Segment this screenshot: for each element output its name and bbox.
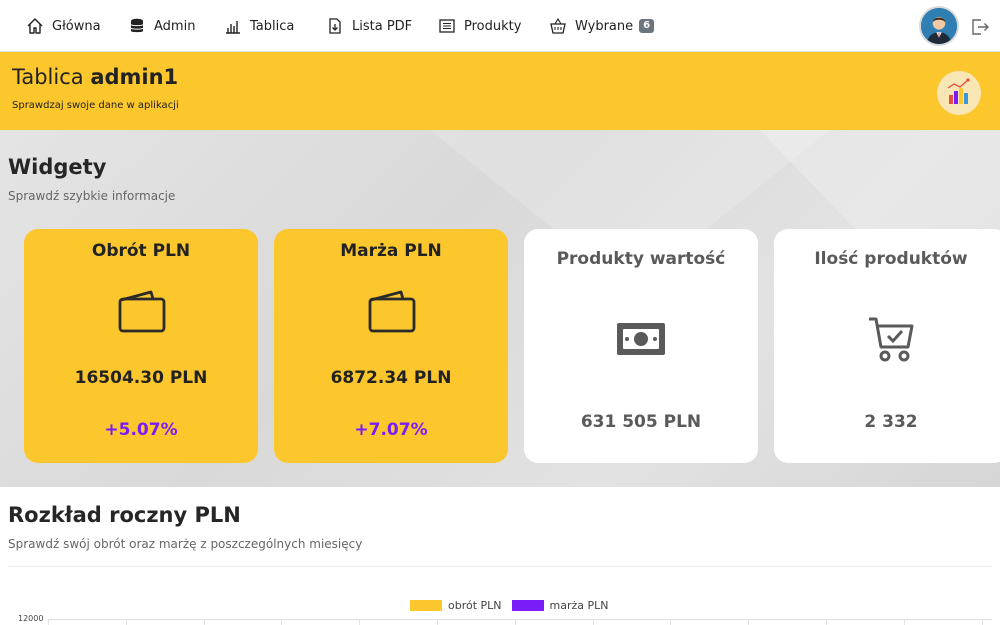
wallet-icon	[365, 286, 417, 338]
basket-icon	[549, 17, 567, 35]
chart-plot-area	[48, 619, 992, 625]
widget-card-products-value: Produkty wartość 631 505 PLN	[524, 229, 758, 463]
widget-card-products-count: Ilość produktów 2 332	[774, 229, 1000, 463]
list-icon	[438, 17, 456, 35]
widget-value: 2 332	[864, 412, 918, 432]
page-title: Tablica admin1	[12, 65, 178, 89]
chart-legend: obrót PLN marża PLN	[410, 599, 619, 612]
legend-item-turnover[interactable]: obrót PLN	[410, 599, 502, 612]
page-title-prefix: Tablica	[12, 65, 84, 89]
wallet-icon	[115, 286, 167, 338]
chart-gridline	[48, 619, 49, 625]
selected-count-badge: 6	[639, 19, 655, 33]
chart-gridline	[125, 619, 127, 625]
widget-title: Produkty wartość	[556, 249, 726, 269]
chart-gridline	[903, 619, 905, 625]
money-icon	[615, 313, 667, 365]
nav-item-label: Główna	[52, 18, 101, 34]
analytics-icon	[937, 71, 981, 115]
page-title-username: admin1	[90, 65, 179, 89]
legend-label: obrót PLN	[448, 599, 502, 612]
nav-item-home[interactable]: Główna	[26, 0, 101, 52]
chart-gridline	[514, 619, 516, 625]
y-tick-label: 12000	[18, 614, 44, 623]
widget-title: Ilość produktów	[814, 249, 968, 269]
chart-gridline	[203, 619, 205, 625]
chart-gridline	[281, 619, 283, 625]
nav-item-products[interactable]: Produkty	[438, 0, 521, 52]
widget-change: +5.07%	[104, 420, 178, 440]
legend-swatch-turnover	[410, 600, 442, 611]
widgets-section: Widgety Sprawdź szybkie informacje Obrót…	[0, 130, 1000, 487]
widget-change: +7.07%	[354, 420, 428, 440]
nav-item-label: Admin	[154, 18, 196, 34]
user-avatar-icon[interactable]	[919, 6, 959, 46]
widgets-subtitle: Sprawdź szybkie informacje	[8, 189, 176, 203]
page-header: Tablica admin1 Sprawdzaj swoje dane w ap…	[0, 52, 1000, 130]
widget-card-turnover: Obrót PLN 16504.30 PLN +5.07%	[24, 229, 258, 463]
nav-item-admin[interactable]: Admin	[128, 0, 195, 52]
chart-gridline	[359, 619, 361, 625]
bar-chart-icon	[224, 17, 242, 35]
cart-check-icon	[865, 313, 917, 365]
logout-icon[interactable]	[970, 17, 990, 37]
chart-gridline	[670, 619, 672, 625]
file-download-icon	[326, 17, 344, 35]
chart-gridline	[748, 619, 750, 625]
nav-item-dashboard[interactable]: Tablica	[224, 0, 294, 52]
widget-card-margin: Marża PLN 6872.34 PLN +7.07%	[274, 229, 508, 463]
nav-item-selected[interactable]: Wybrane 6	[549, 0, 655, 52]
home-icon	[26, 17, 44, 35]
annual-subtitle: Sprawdź swój obrót oraz marżę z poszczeg…	[8, 537, 363, 551]
chart-gridline	[592, 619, 594, 625]
database-icon	[128, 17, 146, 35]
nav-item-label: Lista PDF	[352, 18, 413, 34]
legend-label: marża PLN	[549, 599, 609, 612]
widgets-title: Widgety	[8, 155, 107, 179]
nav-item-label: Produkty	[464, 18, 522, 34]
nav-item-label: Wybrane	[575, 18, 634, 34]
widget-value: 6872.34 PLN	[330, 368, 452, 388]
page-subtitle: Sprawdzaj swoje dane w aplikacji	[12, 100, 179, 111]
widget-value: 16504.30 PLN	[74, 368, 208, 388]
chart-gridline	[981, 619, 983, 625]
widget-title: Obrót PLN	[91, 241, 191, 261]
section-divider	[8, 566, 992, 567]
legend-swatch-margin	[511, 600, 544, 611]
top-navbar: Główna Admin Tablica Lista PDF Produkty …	[0, 0, 1000, 52]
nav-item-pdf-list[interactable]: Lista PDF	[326, 0, 412, 52]
widget-title: Marża PLN	[340, 241, 442, 261]
legend-item-margin[interactable]: marża PLN	[511, 599, 609, 612]
chart-gridline	[437, 619, 438, 625]
chart-gridline	[826, 619, 827, 625]
widget-value: 631 505 PLN	[580, 412, 702, 432]
nav-item-label: Tablica	[250, 18, 295, 34]
annual-title: Rozkład roczny PLN	[8, 503, 241, 527]
